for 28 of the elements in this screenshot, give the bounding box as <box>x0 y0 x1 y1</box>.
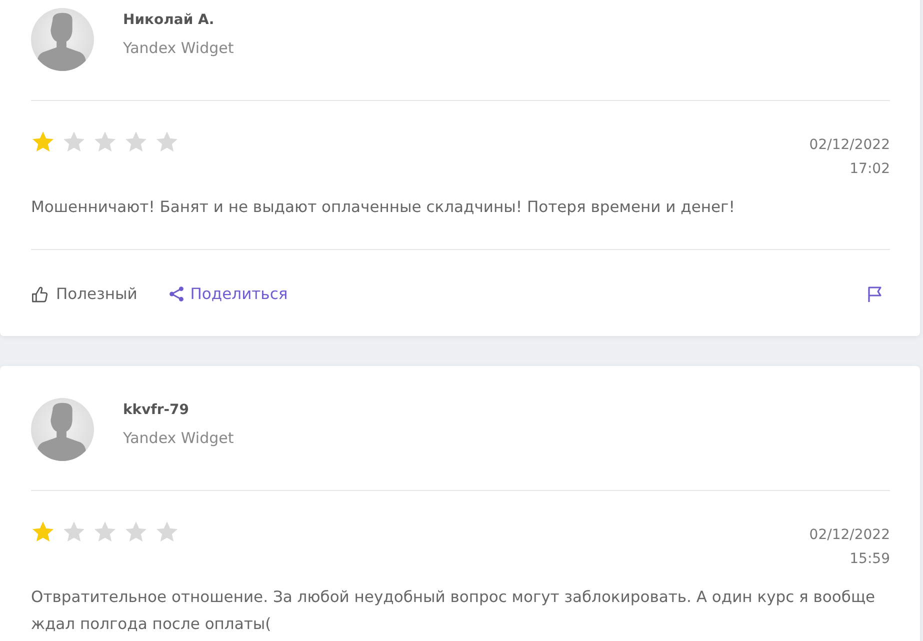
review-date: 02/12/2022 <box>809 526 890 545</box>
star-icon <box>155 130 179 154</box>
author-name: Николай А. <box>123 11 216 30</box>
star-icon <box>93 520 117 544</box>
star-icon <box>155 520 179 544</box>
review-date: 02/12/2022 <box>809 136 890 155</box>
review-source: Yandex Widget <box>123 38 234 59</box>
avatar-icon <box>31 398 94 461</box>
avatar-icon <box>31 8 94 71</box>
star-icon <box>31 130 55 154</box>
star-icon <box>62 520 86 544</box>
flag-icon <box>867 286 882 302</box>
author-name: kkvfr-79 <box>123 401 190 420</box>
share-icon <box>169 286 184 302</box>
review-time: 15:59 <box>848 550 890 569</box>
star-icon <box>93 130 117 154</box>
share-link[interactable]: Поделиться <box>169 282 288 306</box>
review-text: Мошенничают! Банят и не выдают оплаченные складчины! Потеря времени и денег! <box>31 197 736 218</box>
review-source: Yandex Widget <box>123 428 234 449</box>
star-icon <box>62 130 86 154</box>
star-icon <box>31 520 55 544</box>
review-text: Отвратительное отношение. За любой неудобный вопрос могут заблокировать. А один курс я вообще ждал полгода после оплаты( <box>31 587 876 635</box>
helpful-button[interactable]: Полезный <box>31 282 138 306</box>
report-button[interactable] <box>867 286 882 302</box>
thumbs-up-icon <box>31 286 48 302</box>
star-icon <box>124 130 148 154</box>
star-icon <box>124 520 148 544</box>
review-time: 17:02 <box>848 160 890 179</box>
